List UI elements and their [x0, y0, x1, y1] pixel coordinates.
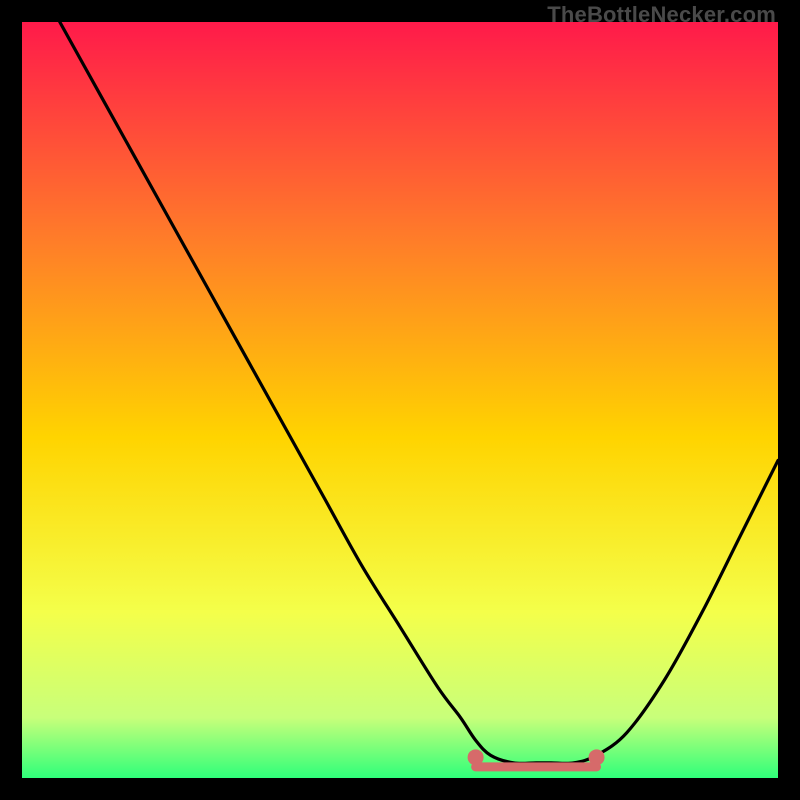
chart-frame [22, 22, 778, 778]
background-gradient [22, 22, 778, 778]
